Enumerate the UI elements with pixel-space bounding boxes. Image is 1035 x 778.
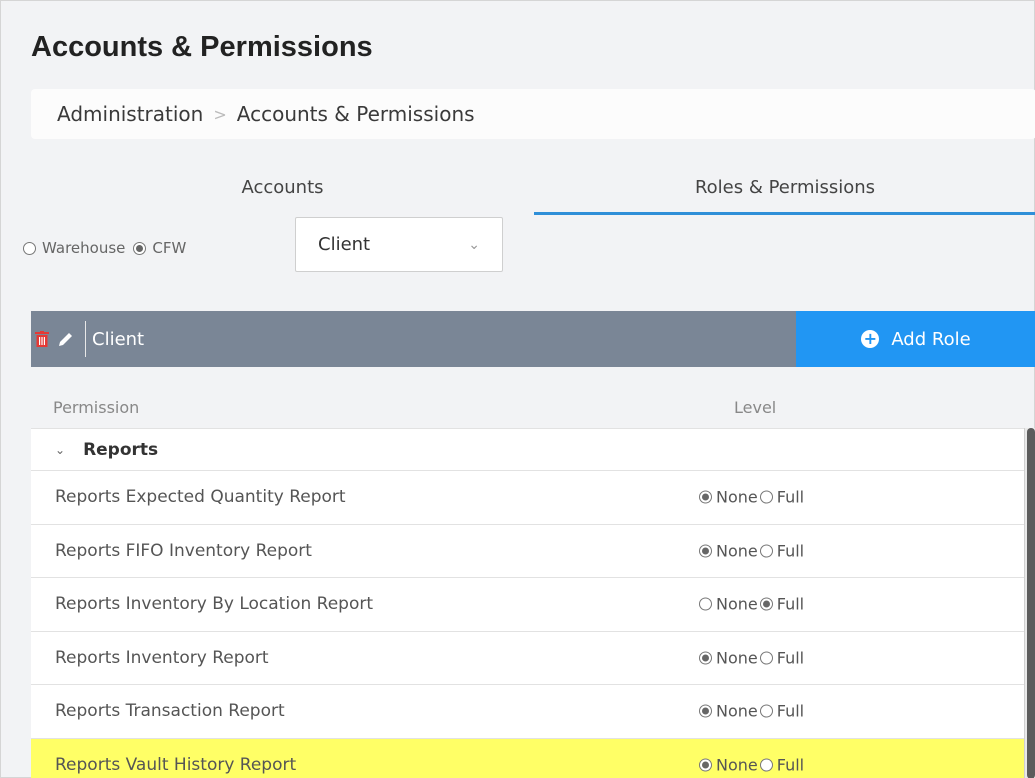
- level-none-radio[interactable]: [699, 597, 712, 611]
- level-none-option[interactable]: None: [699, 702, 758, 721]
- level-full-option[interactable]: Full: [759, 541, 805, 561]
- level-options: None Full: [699, 488, 806, 507]
- page-title: Accounts & Permissions: [31, 31, 373, 63]
- level-options: None Full: [699, 755, 806, 774]
- scrollbar-thumb[interactable]: [1027, 428, 1035, 778]
- toolbar-divider: [85, 321, 86, 357]
- plus-circle-icon: +: [861, 330, 880, 348]
- level-full-radio[interactable]: [759, 704, 773, 718]
- table-row: Reports FIFO Inventory Report None Full: [31, 525, 1024, 578]
- level-full-label: Full: [776, 541, 805, 561]
- level-none-label: None: [716, 541, 758, 561]
- level-none-option[interactable]: None: [699, 541, 758, 560]
- cfw-label: CFW: [152, 239, 187, 257]
- table-row: Reports Expected Quantity Report None Full: [31, 471, 1024, 525]
- level-none-radio[interactable]: [699, 490, 712, 504]
- column-header-permission: Permission: [53, 398, 140, 417]
- scope-filter: Warehouse CFW: [23, 223, 194, 273]
- role-name: Client: [92, 328, 145, 350]
- permission-name: Reports FIFO Inventory Report: [55, 540, 312, 561]
- level-full-label: Full: [776, 755, 805, 775]
- breadcrumb: Administration > Accounts & Permissions: [31, 89, 1035, 139]
- level-full-option[interactable]: Full: [759, 755, 805, 775]
- level-full-radio[interactable]: [759, 490, 773, 504]
- group-row-reports[interactable]: ⌄ Reports: [31, 429, 1024, 471]
- scrollbar[interactable]: [1024, 428, 1035, 778]
- breadcrumb-item-administration[interactable]: Administration: [57, 102, 203, 126]
- level-none-label: None: [716, 755, 758, 775]
- level-full-option[interactable]: Full: [759, 487, 805, 507]
- permission-name: Reports Inventory Report: [55, 647, 269, 668]
- level-full-radio[interactable]: [759, 597, 773, 611]
- level-full-label: Full: [776, 648, 805, 668]
- tab-bar: Accounts Roles & Permissions: [31, 169, 1035, 215]
- level-full-label: Full: [776, 594, 805, 614]
- level-full-radio[interactable]: [759, 758, 773, 772]
- chevron-down-icon: ⌄: [468, 236, 480, 253]
- cfw-radio-option[interactable]: CFW: [133, 239, 186, 257]
- level-full-option[interactable]: Full: [759, 648, 805, 668]
- level-none-label: None: [716, 487, 758, 507]
- permission-name: Reports Inventory By Location Report: [55, 594, 374, 615]
- warehouse-label: Warehouse: [42, 239, 126, 257]
- group-label: Reports: [83, 439, 159, 460]
- warehouse-radio[interactable]: [23, 241, 36, 255]
- level-none-radio[interactable]: [699, 651, 712, 665]
- permissions-header: Permission Level: [31, 391, 1035, 427]
- level-options: None Full: [699, 595, 806, 614]
- level-none-radio[interactable]: [699, 704, 712, 718]
- column-header-level: Level: [734, 398, 777, 417]
- permission-name: Reports Transaction Report: [55, 701, 285, 722]
- permission-name: Reports Expected Quantity Report: [55, 487, 346, 508]
- level-none-option[interactable]: None: [699, 488, 758, 507]
- role-toolbar: Client + Add Role: [31, 311, 1035, 367]
- level-options: None Full: [699, 541, 806, 560]
- level-none-option[interactable]: None: [699, 648, 758, 667]
- level-none-radio[interactable]: [699, 758, 712, 772]
- breadcrumb-separator: >: [213, 104, 227, 124]
- level-none-label: None: [716, 594, 758, 614]
- level-full-label: Full: [776, 701, 805, 721]
- cfw-radio[interactable]: [133, 241, 147, 255]
- level-options: None Full: [699, 702, 806, 721]
- permission-rows: Reports Expected Quantity Report None Full…: [31, 471, 1024, 778]
- chevron-down-icon: ⌄: [55, 442, 66, 457]
- level-full-radio[interactable]: [759, 651, 773, 665]
- level-full-option[interactable]: Full: [759, 701, 805, 721]
- table-row: Reports Transaction Report None Full: [31, 685, 1024, 739]
- permissions-table: ⌄ Reports Reports Expected Quantity Repo…: [31, 428, 1024, 778]
- level-none-radio[interactable]: [699, 544, 712, 558]
- pencil-icon[interactable]: [57, 330, 75, 348]
- level-full-radio[interactable]: [759, 544, 773, 558]
- level-full-label: Full: [776, 487, 805, 507]
- add-role-label: Add Role: [891, 328, 971, 350]
- permission-name: Reports Vault History Report: [55, 754, 297, 775]
- level-options: None Full: [699, 648, 806, 667]
- trash-icon[interactable]: [35, 331, 49, 347]
- warehouse-radio-option[interactable]: Warehouse: [23, 239, 125, 257]
- table-row: Reports Inventory By Location Report None…: [31, 578, 1024, 632]
- level-none-option[interactable]: None: [699, 755, 758, 774]
- level-none-label: None: [716, 648, 758, 668]
- role-select[interactable]: Client ⌄: [295, 217, 503, 272]
- level-none-label: None: [716, 701, 758, 721]
- tab-roles-permissions[interactable]: Roles & Permissions: [534, 169, 1035, 215]
- breadcrumb-item-current: Accounts & Permissions: [236, 102, 475, 126]
- add-role-button[interactable]: + Add Role: [796, 311, 1035, 367]
- level-none-option[interactable]: None: [699, 595, 758, 614]
- level-full-option[interactable]: Full: [759, 594, 805, 614]
- role-select-value: Client: [318, 234, 371, 255]
- table-row: Reports Inventory Report None Full: [31, 632, 1024, 685]
- table-row: Reports Vault History Report None Full: [31, 738, 1024, 778]
- tab-accounts[interactable]: Accounts: [31, 169, 534, 215]
